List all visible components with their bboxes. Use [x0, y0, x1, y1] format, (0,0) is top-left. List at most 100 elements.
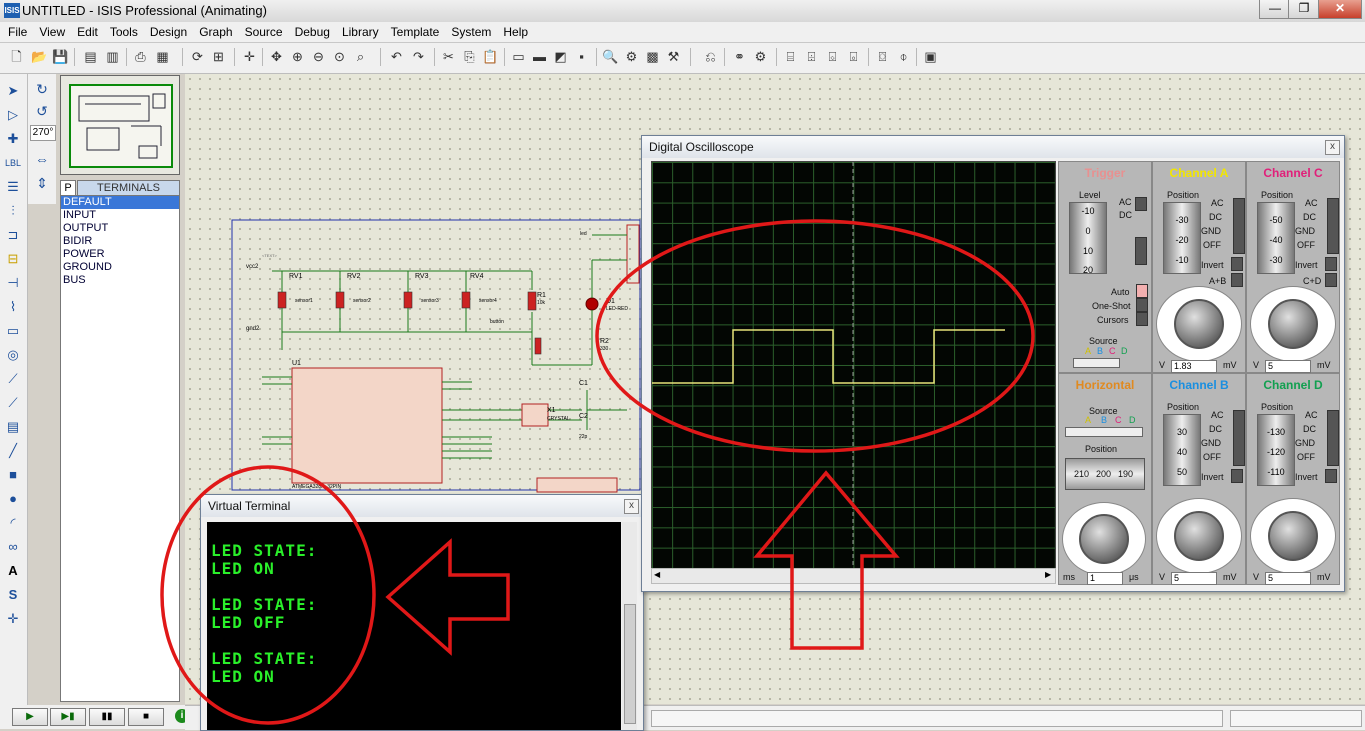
- channel-d-volts-knob[interactable]: [1268, 511, 1318, 561]
- terminal-item-bidir[interactable]: BIDIR: [61, 235, 179, 248]
- channel-a-value[interactable]: 1.83: [1171, 360, 1217, 373]
- channel-c-value[interactable]: 5: [1265, 360, 1311, 373]
- new-file-icon[interactable]: 🗋: [8, 48, 25, 65]
- menu-debug[interactable]: Debug: [289, 23, 336, 42]
- horizontal-source-slider[interactable]: [1065, 427, 1143, 437]
- overview-window[interactable]: [60, 75, 180, 175]
- circle-tool-icon[interactable]: ●: [4, 490, 22, 508]
- schematic-circuit[interactable]: vcc2 gnd2 RV1 RV2 RV3 RV4 sensor1 sensor…: [231, 219, 642, 493]
- cut-icon[interactable]: ✂: [440, 48, 457, 65]
- trigger-level-slider[interactable]: -10 0 10 20: [1069, 202, 1107, 275]
- menu-system[interactable]: System: [445, 23, 497, 42]
- origin-icon[interactable]: ✛: [241, 48, 258, 65]
- terminal-scrollbar[interactable]: [622, 522, 637, 730]
- tape-recorder-icon[interactable]: ▭: [4, 322, 22, 340]
- pick-device-icon[interactable]: 🔍: [602, 48, 619, 65]
- horizontal-position-wheel[interactable]: 210 200 190: [1065, 458, 1145, 490]
- virtual-terminal-titlebar[interactable]: Virtual Terminal x: [201, 495, 643, 517]
- oscilloscope-titlebar[interactable]: Digital Oscilloscope x: [642, 136, 1344, 158]
- channel-d-value[interactable]: 5: [1265, 572, 1311, 585]
- text-script-icon[interactable]: ☰: [4, 178, 22, 196]
- virtual-terminal-window[interactable]: Virtual Terminal x LED STATE: LED ON LED…: [200, 494, 644, 731]
- oscilloscope-close-button[interactable]: x: [1325, 140, 1340, 155]
- zoom-in-icon[interactable]: ⊕: [289, 48, 306, 65]
- export-icon[interactable]: ▥: [104, 48, 121, 65]
- rotate-clockwise-icon[interactable]: ↻: [32, 80, 52, 98]
- channel-b-value[interactable]: 5: [1171, 572, 1217, 585]
- zoom-area-icon[interactable]: ⌕: [352, 48, 369, 65]
- play-button[interactable]: ▶: [12, 708, 48, 726]
- voltage-probe-icon[interactable]: ⟋: [4, 370, 22, 388]
- channel-c-invert-button[interactable]: [1325, 257, 1337, 271]
- virtual-instruments-icon[interactable]: ▤: [4, 418, 22, 436]
- cursors-button[interactable]: [1136, 312, 1148, 326]
- step-button[interactable]: ▶▮: [50, 708, 86, 726]
- terminal-item-ground[interactable]: GROUND: [61, 261, 179, 274]
- grid-icon[interactable]: ⊞: [210, 48, 227, 65]
- trigger-coupling-switch[interactable]: [1135, 197, 1147, 211]
- rotation-angle-field[interactable]: 270°: [30, 125, 56, 141]
- scroll-right-icon[interactable]: ▶: [1045, 570, 1051, 579]
- refresh-icon[interactable]: ⟳: [189, 48, 206, 65]
- arc-tool-icon[interactable]: ◜: [4, 514, 22, 532]
- block-copy-icon[interactable]: ▭: [510, 48, 527, 65]
- channel-c-combine-button[interactable]: [1325, 273, 1337, 287]
- import-icon[interactable]: ▤: [82, 48, 99, 65]
- component-mode-icon[interactable]: ▷: [4, 106, 22, 124]
- menu-library[interactable]: Library: [336, 23, 385, 42]
- open-folder-icon[interactable]: 📂: [31, 48, 48, 65]
- current-probe-icon[interactable]: ⟋: [4, 394, 22, 412]
- mirror-horizontal-icon[interactable]: ⇔: [32, 150, 52, 168]
- terminal-screen[interactable]: LED STATE: LED ON LED STATE: LED OFF LED…: [207, 522, 621, 730]
- subcircuit-icon[interactable]: ⊐: [4, 226, 22, 244]
- block-rotate-icon[interactable]: ◩: [552, 48, 569, 65]
- paste-icon[interactable]: 📋: [482, 48, 499, 65]
- one-shot-button[interactable]: [1136, 298, 1148, 312]
- close-button[interactable]: ✕: [1318, 0, 1362, 19]
- virtual-terminal-close-button[interactable]: x: [624, 499, 639, 514]
- symbol-tool-icon[interactable]: S: [4, 586, 22, 604]
- scroll-left-icon[interactable]: ◀: [654, 570, 660, 579]
- channel-a-coupling-switch[interactable]: [1233, 198, 1245, 254]
- zoom-out-icon[interactable]: ⊖: [310, 48, 327, 65]
- timebase-value[interactable]: 1: [1087, 572, 1123, 585]
- channel-d-coupling-switch[interactable]: [1327, 410, 1339, 466]
- ares-icon[interactable]: ▣: [922, 48, 939, 65]
- bus-icon[interactable]: ⫶: [4, 202, 22, 220]
- text-tool-icon[interactable]: A: [4, 562, 22, 580]
- line-tool-icon[interactable]: ╱: [4, 442, 22, 460]
- timebase-knob[interactable]: [1079, 514, 1129, 564]
- block-delete-icon[interactable]: ▪: [573, 48, 590, 65]
- channel-b-coupling-switch[interactable]: [1233, 410, 1245, 466]
- channel-a-position-slider[interactable]: -30 -20 -10: [1163, 202, 1201, 274]
- property-tool-icon[interactable]: ⚙: [752, 48, 769, 65]
- design-explorer-icon[interactable]: ⌼: [874, 48, 891, 65]
- menu-tools[interactable]: Tools: [104, 23, 144, 42]
- oscilloscope-hscrollbar[interactable]: ◀ ▶: [651, 568, 1056, 584]
- print-area-icon[interactable]: ▦: [154, 48, 171, 65]
- path-tool-icon[interactable]: ∞: [4, 538, 22, 556]
- packaging-tool-icon[interactable]: ▩: [644, 48, 661, 65]
- channel-c-volts-knob[interactable]: [1268, 299, 1318, 349]
- search-tag-icon[interactable]: ⚭: [731, 48, 748, 65]
- menu-graph[interactable]: Graph: [193, 23, 238, 42]
- undo-icon[interactable]: ↶: [388, 48, 405, 65]
- menu-help[interactable]: Help: [497, 23, 534, 42]
- graph-mode-icon[interactable]: ⌇: [4, 298, 22, 316]
- electrical-check-icon[interactable]: ⌺: [824, 48, 841, 65]
- block-move-icon[interactable]: ▬: [531, 48, 548, 65]
- menu-design[interactable]: Design: [144, 23, 193, 42]
- minimize-button[interactable]: —: [1259, 0, 1291, 19]
- channel-b-volts-knob[interactable]: [1174, 511, 1224, 561]
- menu-edit[interactable]: Edit: [71, 23, 104, 42]
- stop-button[interactable]: ■: [128, 708, 164, 726]
- terminal-item-output[interactable]: OUTPUT: [61, 222, 179, 235]
- zoom-all-icon[interactable]: ⊙: [331, 48, 348, 65]
- pan-icon[interactable]: ✥: [268, 48, 285, 65]
- box-tool-icon[interactable]: ■: [4, 466, 22, 484]
- channel-a-invert-button[interactable]: [1231, 257, 1243, 271]
- channel-c-coupling-switch[interactable]: [1327, 198, 1339, 254]
- channel-b-position-slider[interactable]: 30 40 50: [1163, 414, 1201, 486]
- trigger-edge-switch[interactable]: [1135, 237, 1147, 265]
- channel-a-combine-button[interactable]: [1231, 273, 1243, 287]
